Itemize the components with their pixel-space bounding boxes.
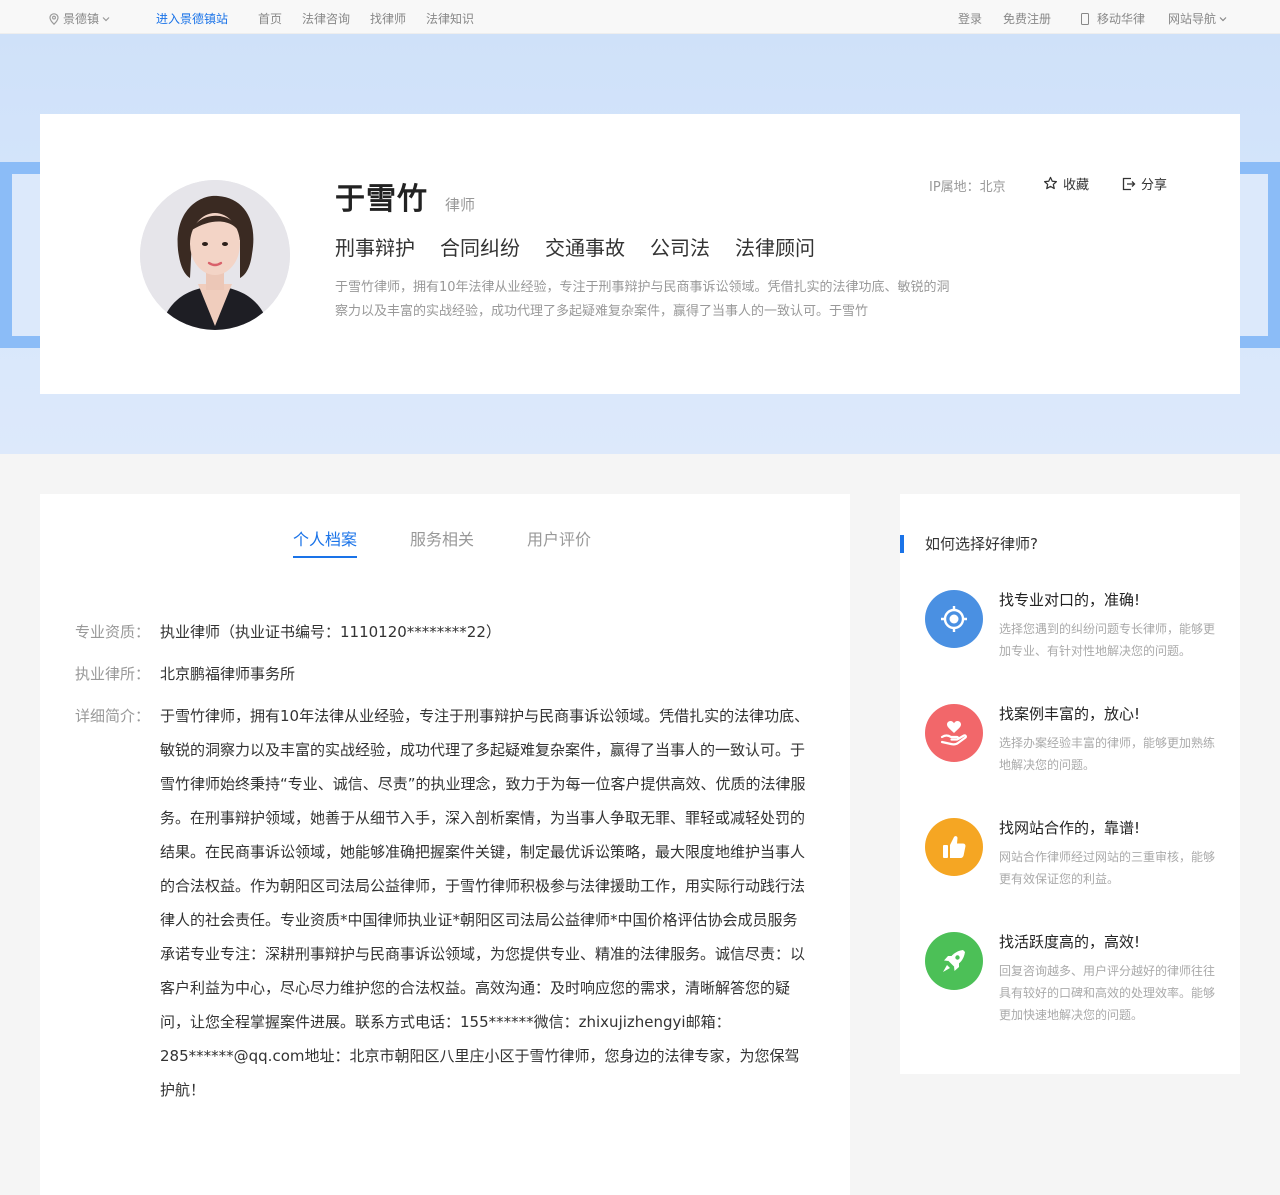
lawyer-summary: 于雪竹律师，拥有10年法律从业经验，专注于刑事辩护与民商事诉讼领域。凭借扎实的法… [335,280,950,319]
tip-desc: 回复咨询越多、用户评分越好的律师往往具有较好的口碑和高效的处理效率。能够更加快速… [999,964,1216,1022]
firm-row: 执业律所： 北京鹏福律师事务所 [75,657,295,691]
enter-site-link[interactable]: 进入景德镇站 [156,11,228,27]
lawyer-tips-panel: 如何选择好律师? 找专业对口的，准确! 选择您遇到的纠纷问题专长律师，能够更加专… [900,494,1240,1074]
bio-row: 详细简介： [75,699,160,733]
login-link[interactable]: 登录 [958,11,982,27]
qualification-label: 专业资质： [75,623,151,641]
specialty-list: 刑事辩护 合同纠纷 交通事故 公司法 法律顾问 [335,234,840,262]
nav-consult[interactable]: 法律咨询 [302,11,350,27]
rocket-icon [925,932,983,990]
lawyer-name: 于雪竹 [335,182,428,217]
qualification-row: 专业资质： 执业律师（执业证书编号：1110120********22） [75,615,501,649]
specialty-tag: 刑事辩护 [335,236,415,260]
chevron-down-icon [102,17,110,22]
specialty-tag: 公司法 [650,236,710,260]
specialty-tag: 合同纠纷 [440,236,520,260]
tip-title: 找案例丰富的，放心! [999,705,1141,723]
top-bar: 景德镇 进入景德镇站 首页 法律咨询 找律师 法律知识 登录 免费注册 移动华律… [0,0,1280,34]
target-icon [925,590,983,648]
site-nav-menu[interactable]: 网站导航 [1168,11,1227,27]
tip-desc: 选择办案经验丰富的律师，能够更加熟练地解决您的问题。 [999,736,1216,772]
specialty-tag: 交通事故 [545,236,625,260]
tab-reviews[interactable]: 用户评价 [527,530,591,558]
lawyer-avatar [140,180,290,330]
tip-title: 找活跃度高的，高效! [999,933,1141,951]
site-nav-label: 网站导航 [1168,12,1217,26]
tips-title: 如何选择好律师? [900,534,1038,554]
profile-card: 于雪竹 律师 刑事辩护 合同纠纷 交通事故 公司法 法律顾问 于雪竹律师，拥有1… [40,114,1240,394]
favorite-button[interactable]: 收藏 [1043,174,1089,193]
specialty-tag: 法律顾问 [735,236,815,260]
tip-desc: 网站合作律师经过网站的三重审核，能够更有效保证您的利益。 [999,850,1216,886]
share-label: 分享 [1141,178,1168,193]
nav-home[interactable]: 首页 [258,11,282,27]
nav-knowledge[interactable]: 法律知识 [426,11,474,27]
firm-label: 执业律所： [75,665,151,683]
ip-location: IP属地：北京 [929,180,1006,195]
lawyer-role: 律师 [445,196,476,214]
firm-value: 北京鹏福律师事务所 [160,665,296,683]
star-icon [1043,176,1058,190]
nav-find-lawyer[interactable]: 找律师 [370,11,406,27]
register-link[interactable]: 免费注册 [1003,11,1051,27]
tab-profile[interactable]: 个人档案 [293,530,358,558]
detail-tabs: 个人档案 服务相关 用户评价 [293,530,644,558]
favorite-label: 收藏 [1063,178,1090,193]
qualification-value: 执业律师（执业证书编号：1110120********22） [160,623,501,641]
bio-text: 于雪竹律师，拥有10年法律从业经验，专注于刑事辩护与民商事诉讼领域。凭借扎实的法… [160,707,810,1099]
location-selector[interactable]: 景德镇 [49,11,110,27]
share-button[interactable]: 分享 [1122,174,1167,193]
mobile-label: 移动华律 [1097,12,1146,26]
portrait-illustration [140,180,290,330]
tip-title: 找网站合作的，靠谱! [999,819,1141,837]
thumbs-up-icon [925,818,983,876]
chevron-down-icon [1219,17,1227,22]
share-icon [1122,177,1136,190]
bio-label: 详细简介： [75,707,151,725]
location-label: 景德镇 [63,12,100,26]
mobile-link[interactable]: 移动华律 [1081,11,1145,27]
location-pin-icon [49,13,59,25]
phone-icon [1081,13,1089,25]
tip-desc: 选择您遇到的纠纷问题专长律师，能够更加专业、有针对性地解决您的问题。 [999,622,1216,658]
tab-services[interactable]: 服务相关 [410,530,474,558]
heart-hand-icon [925,704,983,762]
tip-title: 找专业对口的，准确! [999,591,1141,609]
profile-detail-panel: 个人档案 服务相关 用户评价 专业资质： 执业律师（执业证书编号：1110120… [40,494,850,1195]
